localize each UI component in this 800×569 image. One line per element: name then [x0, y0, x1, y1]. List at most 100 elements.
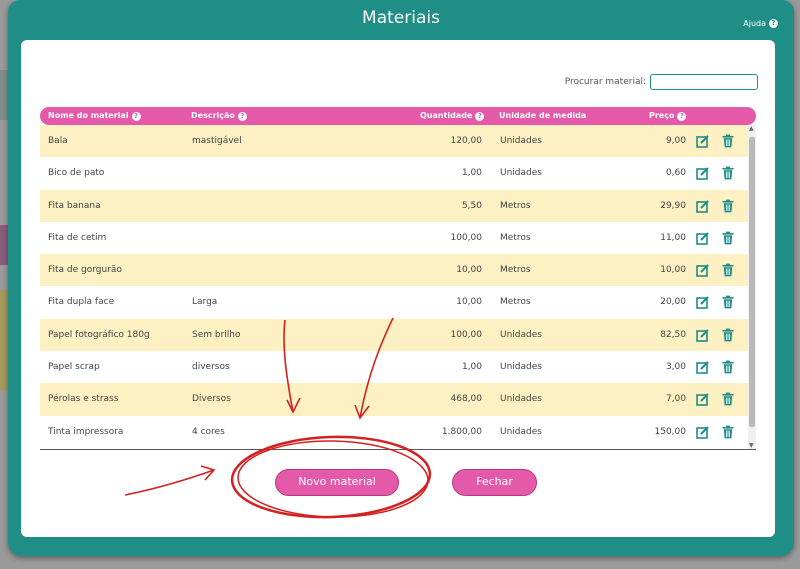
cell-quantity: 10,00: [456, 297, 482, 308]
edit-icon[interactable]: [696, 263, 710, 277]
modal-title: Materiais: [362, 8, 440, 28]
cell-quantity: 100,00: [450, 232, 483, 243]
cell-price: 10,00: [660, 265, 686, 276]
cell-price: 82,50: [660, 329, 686, 340]
cell-description: mastigável: [192, 136, 242, 146]
edit-icon[interactable]: [696, 134, 710, 148]
trash-icon[interactable]: [721, 392, 735, 406]
table-row[interactable]: Papel scrap diversos 1,00 Unidades 3,00: [40, 351, 756, 383]
cell-unit: Unidades: [500, 362, 542, 373]
cell-name: Bico de pato: [48, 168, 105, 179]
cell-quantity: 10,00: [456, 265, 482, 276]
trash-icon[interactable]: [721, 263, 735, 277]
edit-icon[interactable]: [696, 295, 710, 310]
trash-icon[interactable]: [721, 134, 735, 148]
cell-name: Fita de cetim: [48, 232, 107, 243]
cell-unit: Unidades: [500, 136, 542, 146]
trash-icon[interactable]: [721, 360, 735, 374]
cell-description: Larga: [192, 297, 218, 308]
header-price: Preço ?: [649, 107, 687, 125]
table-row[interactable]: Fita dupla face Larga 10,00 Metros 20,00: [40, 286, 756, 318]
modal-content: Procurar material: Nome do material ? De…: [21, 40, 775, 537]
cell-price: 0,60: [665, 168, 686, 179]
cell-description: Sem brilho: [192, 329, 241, 340]
cell-name: Fita dupla face: [48, 297, 115, 308]
cell-name: Tinta impressora: [48, 426, 124, 437]
close-button[interactable]: Fechar: [452, 469, 537, 496]
cell-quantity: 1,00: [461, 362, 482, 373]
cell-quantity: 120,00: [450, 136, 483, 146]
table-row[interactable]: Tinta impressora 4 cores 1.800,00 Unidades 1…: [40, 416, 756, 448]
header-quantity-label: Quantidade: [420, 111, 473, 120]
table-row[interactable]: Fita de cetim 100,00 Metros 11,00: [40, 222, 756, 254]
cell-name: Papel fotográfico 180g: [48, 329, 150, 340]
help-icon[interactable]: ?: [677, 111, 687, 121]
cell-description: Diversos: [192, 394, 231, 405]
scrollbar[interactable]: ▲ ▼: [748, 125, 756, 449]
scroll-up-icon[interactable]: ▲: [749, 125, 754, 132]
trash-icon[interactable]: [721, 295, 735, 309]
cell-unit: Unidades: [500, 168, 542, 179]
edit-icon[interactable]: [696, 231, 710, 245]
header-price-label: Preço: [649, 111, 675, 120]
trash-icon[interactable]: [721, 166, 735, 180]
header-unit-label: Unidade de medida: [499, 111, 587, 120]
trash-icon[interactable]: [721, 199, 735, 213]
table-row[interactable]: Pérolas e strass Diversos 468,00 Unidades 7,…: [40, 383, 756, 416]
help-link[interactable]: Ajuda ?: [743, 19, 778, 28]
trash-icon[interactable]: [721, 425, 735, 439]
edit-icon[interactable]: [696, 425, 710, 439]
edit-icon[interactable]: [696, 328, 710, 342]
cell-quantity: 468,00: [450, 394, 483, 405]
trash-icon[interactable]: [721, 328, 735, 342]
scroll-down-icon[interactable]: ▼: [749, 442, 754, 449]
cell-quantity: 1.800,00: [441, 426, 482, 437]
cell-quantity: 1,00: [461, 168, 482, 179]
cell-price: 11,00: [660, 232, 686, 243]
cell-name: Fita de gorgurão: [48, 265, 122, 276]
materials-modal: Materiais Ajuda ? Procurar material: Nom…: [8, 0, 794, 556]
trash-icon[interactable]: [721, 231, 735, 245]
cell-unit: Metros: [500, 232, 531, 243]
header-description-label: Descrição: [191, 111, 235, 120]
header-quantity: Quantidade ?: [420, 107, 485, 125]
cell-price: 9,00: [665, 136, 686, 146]
search-row: Procurar material:: [565, 74, 758, 90]
table-row[interactable]: Papel fotográfico 180g Sem brilho 100,00 Un…: [40, 318, 756, 352]
cell-unit: Unidades: [500, 329, 542, 340]
cell-price: 150,00: [654, 426, 687, 437]
search-label: Procurar material:: [564, 77, 646, 87]
cell-name: Bala: [48, 136, 68, 146]
search-input[interactable]: [650, 74, 758, 90]
help-label[interactable]: Ajuda: [743, 19, 766, 28]
scrollbar-thumb[interactable]: [749, 137, 755, 427]
edit-icon[interactable]: [696, 166, 710, 181]
edit-icon[interactable]: [696, 360, 710, 374]
cell-name: Papel scrap: [48, 362, 100, 373]
edit-icon[interactable]: [696, 199, 710, 213]
help-icon[interactable]: ?: [769, 19, 778, 28]
new-material-button[interactable]: Novo material: [275, 469, 399, 496]
table-body: Bala mastigável 120,00 Unidades 9,00 Bico de …: [40, 125, 756, 449]
cell-quantity: 100,00: [450, 329, 483, 340]
cell-unit: Metros: [500, 265, 531, 276]
cell-price: 20,00: [660, 297, 686, 308]
edit-icon[interactable]: [696, 392, 710, 407]
cell-unit: Unidades: [500, 394, 542, 405]
help-icon[interactable]: ?: [237, 111, 247, 121]
table-row[interactable]: Fita de gorgurão 10,00 Metros 10,00: [40, 254, 756, 287]
help-icon[interactable]: ?: [475, 111, 485, 121]
cell-quantity: 5,50: [461, 200, 482, 211]
header-name-label: Nome do material: [48, 111, 129, 120]
cell-price: 7,00: [665, 394, 686, 405]
cell-description: 4 cores: [192, 426, 225, 437]
table-row[interactable]: Fita banana 5,50 Metros 29,90: [40, 189, 756, 222]
cell-unit: Metros: [500, 200, 531, 211]
cell-name: Fita banana: [48, 200, 101, 211]
table-row[interactable]: Bico de pato 1,00 Unidades 0,60: [40, 157, 756, 189]
header-unit: Unidade de medida: [499, 107, 586, 125]
table-header: Nome do material ? Descrição ? Quantidad…: [40, 107, 756, 125]
table-row[interactable]: Bala mastigável 120,00 Unidades 9,00: [40, 125, 756, 158]
table-bottom-border: [40, 449, 756, 450]
help-icon[interactable]: ?: [131, 111, 141, 121]
